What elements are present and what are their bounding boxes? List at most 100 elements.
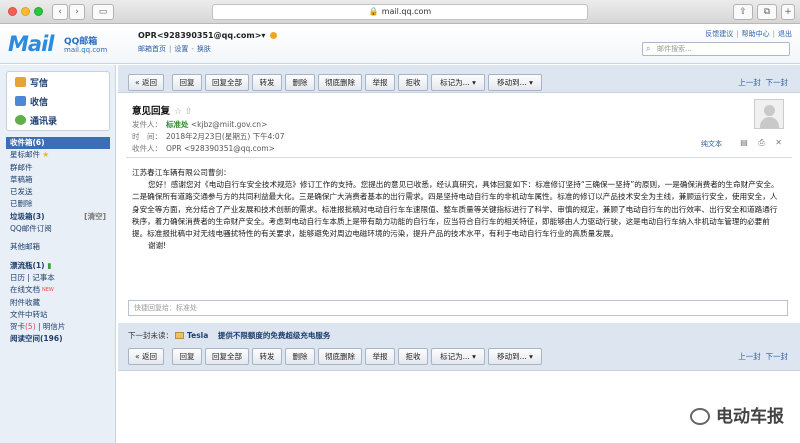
logo-wordmark: Mail — [8, 32, 54, 56]
link-mail-home[interactable]: 邮箱首页 — [138, 45, 166, 53]
folder-label: 群邮件 — [10, 162, 33, 172]
envelope-icon — [175, 332, 184, 339]
link-settings[interactable]: 设置 — [174, 45, 188, 53]
folder-label: 收件箱(6) — [10, 138, 45, 147]
next-unread-label: 下一封未读： — [128, 331, 173, 340]
sender-avatar — [754, 99, 784, 129]
next-mail-link[interactable]: 下一封 — [766, 352, 789, 361]
other-mailboxes[interactable]: 其他邮箱 — [6, 241, 110, 253]
report-spam-button[interactable]: 举报 — [365, 74, 395, 91]
back-button[interactable]: « 返回 — [128, 348, 164, 365]
zoom-window-button[interactable] — [34, 7, 43, 16]
prev-mail-link[interactable]: 上一封 — [738, 78, 761, 87]
reply-button[interactable]: 回复 — [172, 348, 202, 365]
new-badge: NEW — [42, 287, 54, 294]
close-window-button[interactable] — [8, 7, 17, 16]
sender-address: <kjbz@miit.gov.cn> — [190, 120, 268, 129]
sidebar-toggle-icon[interactable]: ▭ — [92, 4, 114, 20]
prev-mail-link[interactable]: 上一封 — [738, 352, 761, 361]
new-tab-button[interactable]: + — [781, 4, 795, 20]
calendar-notebook-row: 日历 | 记事本 — [10, 272, 55, 282]
next-unread-sender[interactable]: Tesla — [187, 331, 208, 340]
plain-text-link[interactable]: 纯文本 — [701, 139, 722, 149]
link-feedback[interactable]: 反馈建议 — [705, 30, 733, 38]
recipient: OPR <928390351@qq.com> — [166, 144, 275, 153]
move-to-dropdown[interactable]: 移动到... ▾ — [488, 348, 542, 365]
reply-button[interactable]: 回复 — [172, 74, 202, 91]
reject-sender-button[interactable]: 拒收 — [398, 74, 428, 91]
mail-action-icons[interactable]: ▤ ⎙ ✕ — [740, 138, 786, 148]
tabs-overview-icon[interactable]: ⧉ — [757, 4, 777, 20]
folder-list: 收件箱(6) 星标邮件 ★ 群邮件 草稿箱 已发送 已删除 垃圾箱(3) [清空]… — [6, 137, 110, 346]
link-logout[interactable]: 退出 — [778, 30, 792, 38]
mail-body: 江苏春江车辆有限公司曹剑： 您好！感谢您对《电动自行车安全技术规范》修订工作的支… — [132, 167, 784, 252]
mail-time: 时 间： 2018年2月23日(星期五) 下午4:07 — [132, 131, 284, 142]
reject-sender-button[interactable]: 拒收 — [398, 348, 428, 365]
mail-search-input[interactable]: ⌕ 邮件搜索... — [642, 42, 790, 56]
mail-header: Mail QQ邮箱 mail.qq.com OPR<928390351@qq.c… — [0, 24, 800, 64]
greetings-postcard-row: 贺卡(5) | 明信片 — [10, 322, 66, 332]
mail-subject: 意见回复 ☆ ⇧ — [132, 103, 193, 117]
report-spam-button[interactable]: 举报 — [365, 348, 395, 365]
folder-group[interactable]: 群邮件 — [6, 162, 110, 174]
contacts-button[interactable]: 通讯录 — [15, 114, 57, 127]
file-transfer[interactable]: 文件中转站 — [6, 309, 110, 321]
link-help[interactable]: 帮助中心 — [742, 30, 770, 38]
browser-forward-button[interactable]: › — [69, 4, 85, 20]
folder-spam[interactable]: 垃圾箱(3) [清空] — [6, 211, 110, 223]
receive-button[interactable]: 收信 — [15, 95, 48, 108]
folder-subscriptions[interactable]: QQ邮件订阅 — [6, 223, 110, 235]
next-unread-subject[interactable]: 提供不限额度的免费超级充电服务 — [218, 331, 331, 340]
folder-sent[interactable]: 已发送 — [6, 186, 110, 198]
postcard-link[interactable]: 明信片 — [43, 322, 66, 331]
folder-starred[interactable]: 星标邮件 ★ — [6, 149, 110, 161]
qqmail-logo[interactable]: Mail QQ邮箱 mail.qq.com — [8, 32, 107, 60]
receive-label: 收信 — [30, 98, 49, 108]
reply-all-button[interactable]: 回复全部 — [205, 74, 249, 91]
compose-button[interactable]: 写信 — [15, 76, 48, 89]
star-icon: ★ — [42, 150, 50, 160]
delete-button[interactable]: 删除 — [285, 348, 315, 365]
account-address: OPR<928390351@qq.com> — [138, 31, 262, 40]
folder-inbox[interactable]: 收件箱(6) — [6, 137, 110, 150]
forward-button[interactable]: 转发 — [252, 74, 282, 91]
back-button[interactable]: « 返回 — [128, 74, 164, 91]
mark-as-dropdown[interactable]: 标记为... ▾ — [431, 74, 485, 91]
share-icon[interactable]: ⇪ — [733, 4, 753, 20]
chevron-down-icon[interactable]: ▾ — [261, 31, 265, 40]
vip-badge-icon — [269, 32, 277, 39]
move-to-dropdown[interactable]: 移动到... ▾ — [488, 74, 542, 91]
star-flag-icon[interactable]: ☆ ⇧ — [174, 107, 192, 117]
address-bar[interactable]: 🔒 mail.qq.com — [212, 4, 588, 20]
sender-name[interactable]: 标准处 — [166, 120, 189, 129]
forward-button[interactable]: 转发 — [252, 348, 282, 365]
contacts-icon — [15, 115, 26, 125]
browser-back-button[interactable]: ‹ — [52, 4, 68, 20]
permanent-delete-button[interactable]: 彻底删除 — [318, 74, 362, 91]
folder-label: QQ邮件订阅 — [10, 224, 52, 234]
next-mail-link[interactable]: 下一封 — [766, 78, 789, 87]
folder-drafts[interactable]: 草稿箱 — [6, 174, 110, 186]
empty-spam-link[interactable]: [清空] — [84, 211, 106, 223]
link-change-skin[interactable]: 换肤 — [197, 45, 211, 53]
calendar-link[interactable]: 日历 — [10, 273, 25, 282]
permanent-delete-button[interactable]: 彻底删除 — [318, 348, 362, 365]
reading-space[interactable]: 阅读空间(196) — [6, 333, 110, 345]
folder-label: 其他邮箱 — [10, 242, 40, 252]
notebook-link[interactable]: 记事本 — [32, 273, 55, 282]
reply-all-button[interactable]: 回复全部 — [205, 348, 249, 365]
mark-as-dropdown[interactable]: 标记为... ▾ — [431, 348, 485, 365]
inbox-icon — [15, 96, 26, 106]
online-docs[interactable]: 在线文档 NEW — [6, 284, 110, 296]
wechat-icon — [690, 408, 710, 425]
minimize-window-button[interactable] — [21, 7, 30, 16]
drift-bottle[interactable]: 漂流瓶(1) ▮ — [6, 260, 110, 272]
folder-label: 草稿箱 — [10, 174, 33, 184]
delete-button[interactable]: 删除 — [285, 74, 315, 91]
quick-reply-input[interactable]: 快捷回复给：标准处 — [128, 300, 788, 316]
attachment-collection[interactable]: 附件收藏 — [6, 297, 110, 309]
folder-deleted[interactable]: 已删除 — [6, 198, 110, 210]
mail-from: 发件人： 标准处 <kjbz@miit.gov.cn> — [132, 119, 267, 130]
folder-label: 在线文档 — [10, 285, 40, 295]
greetings-link[interactable]: 贺卡 — [10, 322, 25, 331]
